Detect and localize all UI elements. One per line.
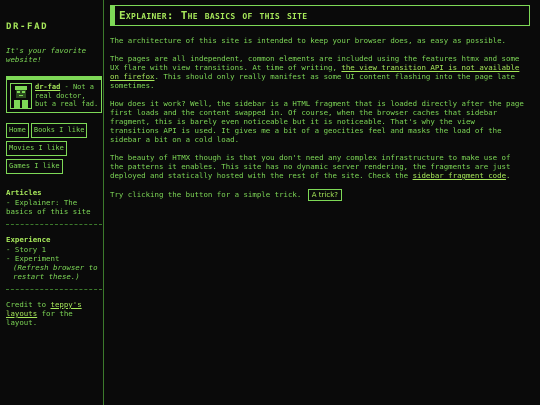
main-content: Explainer: The basics of this site The a… (104, 0, 540, 405)
profile-card: dr-fad - Not a real doctor, but a real f… (6, 76, 102, 113)
page-title: Explainer: The basics of this site (119, 9, 308, 22)
nav-movies-button[interactable]: Movies I like (6, 141, 67, 156)
credit-text: Credit to teppy's layouts for the layout… (6, 300, 103, 327)
title-bar: Explainer: The basics of this site (110, 5, 530, 26)
paragraph-2-text-end: . This should only really manifest as so… (110, 72, 515, 90)
paragraph-4-text-end: . (506, 171, 511, 180)
paragraph-5: Try clicking the button for a simple tri… (110, 189, 528, 201)
experience-link-story1[interactable]: - Story 1 (6, 245, 103, 254)
nav-buttons: Home Books I like Movies I like Games I … (6, 123, 106, 174)
divider (6, 289, 102, 290)
profile-text: dr-fad - Not a real doctor, but a real f… (35, 83, 99, 109)
sidebar-fragment-link[interactable]: sidebar fragment code (413, 171, 506, 180)
avatar-icon (10, 83, 32, 109)
site-tagline: It's your favorite website! (6, 46, 87, 64)
nav-books-button[interactable]: Books I like (30, 123, 88, 138)
site-logo[interactable]: DR-FAD (6, 23, 103, 32)
paragraph-5-text: Try clicking the button for a simple tri… (110, 190, 302, 199)
experience-note: (Refresh browser to restart these.) (13, 263, 98, 281)
nav-home-button[interactable]: Home (6, 123, 29, 138)
sidebar: DR-FAD It's your favorite website! dr-fa… (0, 0, 104, 405)
experience-link-experiment[interactable]: - Experiment (6, 254, 103, 263)
paragraph-1: The architecture of this site is intende… (110, 36, 507, 45)
divider (6, 224, 102, 225)
paragraph-3: How does it work? Well, the sidebar is a… (110, 99, 524, 144)
article-link-explainer[interactable]: - Explainer: The basics of this site (6, 198, 103, 216)
paragraph-4: The beauty of HTMX though is that you do… (110, 153, 528, 180)
articles-heading: Articles (6, 188, 42, 197)
paragraph-2: The pages are all independent, common el… (110, 54, 528, 90)
trick-button[interactable]: A trick? (307, 189, 342, 201)
experience-heading: Experience (6, 235, 51, 244)
credit-prefix: Credit to (6, 300, 51, 309)
profile-name-link[interactable]: dr-fad (35, 83, 60, 91)
nav-games-button[interactable]: Games I like (6, 159, 63, 174)
